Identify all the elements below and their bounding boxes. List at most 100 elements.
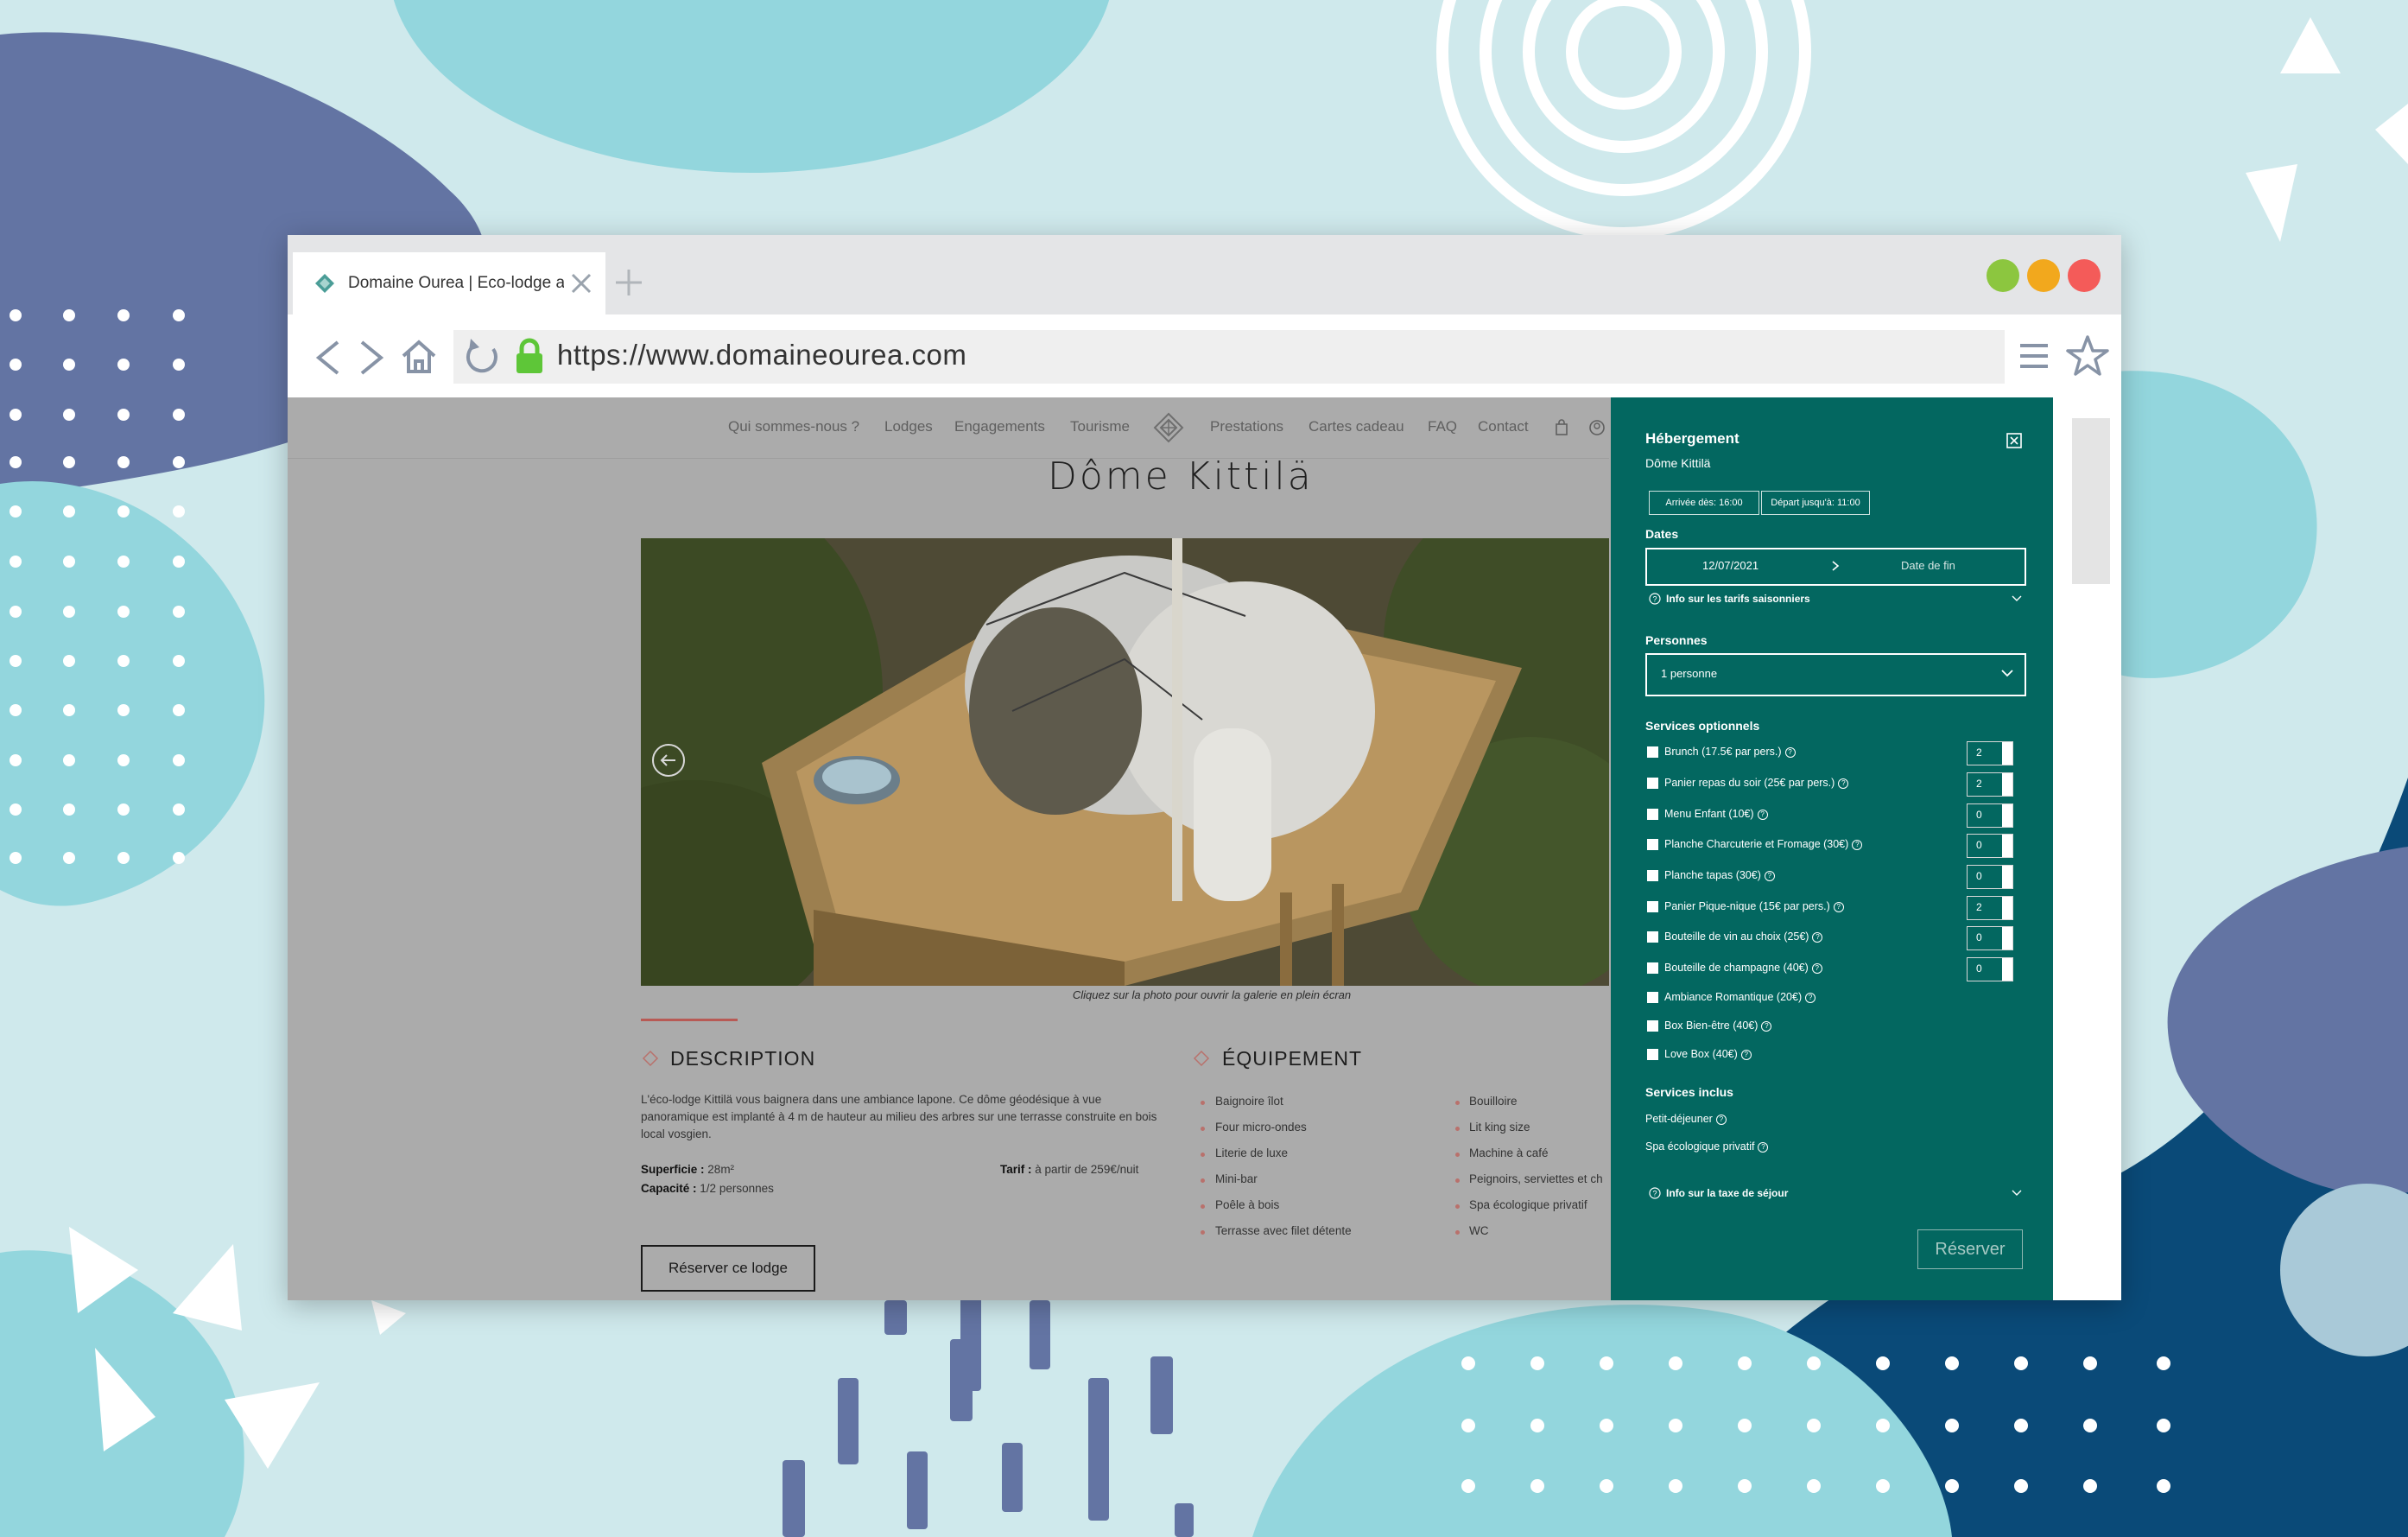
site-logo-icon bbox=[315, 274, 334, 293]
lock-icon bbox=[516, 338, 542, 373]
help-icon[interactable]: ? bbox=[1764, 871, 1775, 881]
service-label: Planche Charcuterie et Fromage (30€)? bbox=[1664, 838, 1863, 850]
equipment-bullet bbox=[1201, 1127, 1205, 1131]
quantity-spinner[interactable] bbox=[2002, 742, 2012, 765]
scrollbar-track[interactable] bbox=[2053, 397, 2121, 1300]
quantity-spinner[interactable] bbox=[2002, 958, 2012, 981]
quantity-spinner[interactable] bbox=[2002, 804, 2012, 827]
help-icon[interactable]: ? bbox=[1758, 1142, 1769, 1153]
extra-checkbox[interactable] bbox=[1647, 1020, 1658, 1032]
service-checkbox[interactable] bbox=[1647, 809, 1658, 820]
equipment-item: Machine à café bbox=[1469, 1146, 1549, 1159]
chevron-down-icon[interactable] bbox=[2012, 594, 2022, 603]
scrollbar-thumb[interactable] bbox=[2072, 418, 2110, 584]
extra-label-text: Love Box (40€) bbox=[1664, 1048, 1738, 1060]
end-date[interactable]: Date de fin bbox=[1901, 559, 1955, 572]
nav-link-cartes-cadeau[interactable]: Cartes cadeau bbox=[1309, 418, 1404, 435]
help-icon[interactable]: ? bbox=[1757, 810, 1768, 820]
quantity-value: 2 bbox=[1976, 778, 1982, 790]
help-icon[interactable]: ? bbox=[1761, 1021, 1772, 1032]
nav-link-qui-sommes-nous[interactable]: Qui sommes-nous ? bbox=[728, 418, 859, 435]
new-tab-icon[interactable] bbox=[611, 264, 647, 301]
service-checkbox[interactable] bbox=[1647, 778, 1658, 789]
optional-services-label: Services optionnels bbox=[1645, 719, 1760, 733]
quantity-spinner[interactable] bbox=[2002, 927, 2012, 950]
service-checkbox[interactable] bbox=[1647, 870, 1658, 881]
help-icon[interactable]: ? bbox=[1784, 747, 1796, 758]
back-icon[interactable] bbox=[312, 339, 343, 377]
chevron-down-icon[interactable] bbox=[2012, 1189, 2022, 1197]
nav-link-prestations[interactable]: Prestations bbox=[1210, 418, 1283, 435]
browser-tab[interactable]: Domaine Ourea | Eco-lodge a bbox=[293, 252, 605, 314]
dates-label: Dates bbox=[1645, 527, 1679, 541]
help-icon[interactable]: ? bbox=[1811, 963, 1822, 974]
help-icon[interactable]: ? bbox=[1833, 902, 1844, 912]
menu-icon[interactable] bbox=[2017, 340, 2051, 372]
maximize-button[interactable] bbox=[2027, 259, 2060, 292]
persons-value: 1 personne bbox=[1661, 667, 1718, 680]
tarif-value: à partir de 259€/nuit bbox=[1035, 1163, 1139, 1176]
service-checkbox[interactable] bbox=[1647, 839, 1658, 850]
minimize-button[interactable] bbox=[1987, 259, 2019, 292]
persons-select[interactable]: 1 personne bbox=[1645, 653, 2026, 696]
help-icon[interactable]: ? bbox=[1812, 932, 1823, 943]
tarif: Tarif : à partir de 259€/nuit bbox=[1000, 1163, 1138, 1176]
service-quantity[interactable]: 0 bbox=[1967, 957, 2013, 981]
help-icon[interactable]: ? bbox=[1715, 1115, 1727, 1125]
forward-icon[interactable] bbox=[357, 339, 388, 377]
start-date[interactable]: 12/07/2021 bbox=[1702, 559, 1758, 572]
service-label: Panier Pique-nique (15€ par pers.)? bbox=[1664, 900, 1844, 912]
nav-link-faq[interactable]: FAQ bbox=[1428, 418, 1457, 435]
help-icon[interactable]: ? bbox=[1740, 1050, 1752, 1060]
service-quantity[interactable]: 0 bbox=[1967, 803, 2013, 828]
bookmark-star-icon[interactable] bbox=[2065, 333, 2110, 378]
service-quantity[interactable]: 0 bbox=[1967, 926, 2013, 950]
service-quantity[interactable]: 0 bbox=[1967, 865, 2013, 889]
quantity-value: 0 bbox=[1976, 839, 1982, 851]
section-divider bbox=[641, 1019, 738, 1021]
help-icon[interactable]: ? bbox=[1805, 993, 1816, 1003]
home-icon[interactable] bbox=[398, 335, 440, 377]
service-checkbox[interactable] bbox=[1647, 931, 1658, 943]
equipment-bullet bbox=[1201, 1153, 1205, 1157]
site-logo-icon[interactable] bbox=[1153, 412, 1184, 443]
nav-link-tourisme[interactable]: Tourisme bbox=[1070, 418, 1130, 435]
quantity-spinner[interactable] bbox=[2002, 897, 2012, 919]
extra-checkbox[interactable] bbox=[1647, 1049, 1658, 1060]
help-icon[interactable]: ? bbox=[1838, 778, 1849, 789]
close-panel-icon[interactable] bbox=[2006, 432, 2023, 449]
previous-arrow-icon[interactable] bbox=[653, 745, 686, 778]
nav-link-lodges[interactable]: Lodges bbox=[884, 418, 933, 435]
close-tab-icon[interactable] bbox=[566, 268, 597, 299]
service-quantity[interactable]: 2 bbox=[1967, 772, 2013, 797]
date-range-picker[interactable]: 12/07/2021 Date de fin bbox=[1645, 548, 2026, 586]
gallery-caption: Cliquez sur la photo pour ouvrir la gale… bbox=[1072, 988, 1352, 1001]
service-quantity[interactable]: 0 bbox=[1967, 834, 2013, 858]
cart-icon[interactable] bbox=[1555, 419, 1568, 436]
reserve-lodge-button[interactable]: Réserver ce lodge bbox=[641, 1245, 815, 1292]
quantity-spinner[interactable] bbox=[2002, 773, 2012, 796]
seasonal-info[interactable]: Info sur les tarifs saisonniers bbox=[1666, 593, 1810, 605]
equipment-item: Four micro-ondes bbox=[1215, 1121, 1307, 1134]
page-title: Dôme Kittilä bbox=[1048, 454, 1314, 499]
service-quantity[interactable]: 2 bbox=[1967, 741, 2013, 765]
extra-checkbox[interactable] bbox=[1647, 992, 1658, 1003]
quantity-spinner[interactable] bbox=[2002, 835, 2012, 857]
help-icon[interactable]: ? bbox=[1852, 840, 1863, 850]
arrival-chip: Arrivée dès: 16:00 bbox=[1649, 491, 1759, 515]
lodge-photo[interactable] bbox=[641, 538, 1609, 986]
service-checkbox[interactable] bbox=[1647, 746, 1658, 758]
service-checkbox[interactable] bbox=[1647, 901, 1658, 912]
account-icon[interactable] bbox=[1588, 419, 1606, 436]
service-label: Menu Enfant (10€)? bbox=[1664, 808, 1768, 820]
nav-link-engagements[interactable]: Engagements bbox=[954, 418, 1045, 435]
tax-info[interactable]: Info sur la taxe de séjour bbox=[1666, 1187, 1788, 1199]
service-label: Panier repas du soir (25€ par pers.)? bbox=[1664, 777, 1849, 789]
reload-icon[interactable] bbox=[462, 337, 502, 377]
service-checkbox[interactable] bbox=[1647, 962, 1658, 974]
reserve-button[interactable]: Réserver bbox=[1917, 1229, 2023, 1269]
service-quantity[interactable]: 2 bbox=[1967, 896, 2013, 920]
quantity-spinner[interactable] bbox=[2002, 866, 2012, 888]
close-window-button[interactable] bbox=[2068, 259, 2101, 292]
nav-link-contact[interactable]: Contact bbox=[1478, 418, 1529, 435]
